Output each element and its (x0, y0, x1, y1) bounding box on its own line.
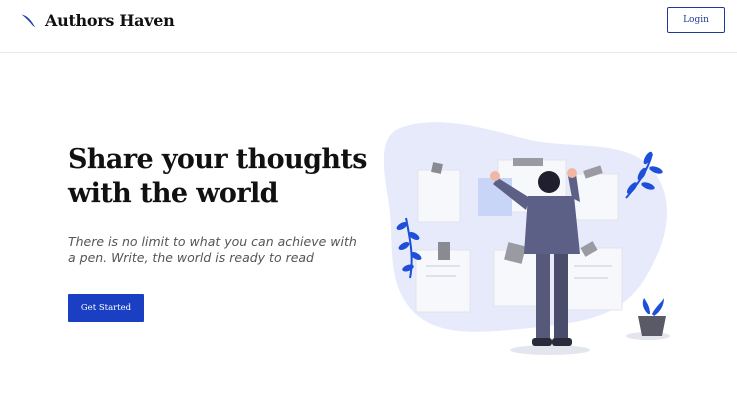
login-button[interactable]: Login (667, 7, 725, 33)
brand-name: Authors Haven (45, 10, 175, 30)
get-started-button[interactable]: Get Started (68, 294, 144, 322)
person-arranging-notes-illustration (383, 122, 670, 355)
hero-subtitle: There is no limit to what you can achiev… (68, 234, 357, 265)
quill-pen-icon (21, 14, 36, 27)
hero-title: Share your thoughts with the world (68, 144, 368, 209)
potted-plant (638, 298, 666, 336)
floor-shadow (510, 345, 590, 355)
top-navbar: Authors Haven Login (0, 0, 737, 53)
brand-logo[interactable]: Authors Haven (20, 8, 175, 32)
